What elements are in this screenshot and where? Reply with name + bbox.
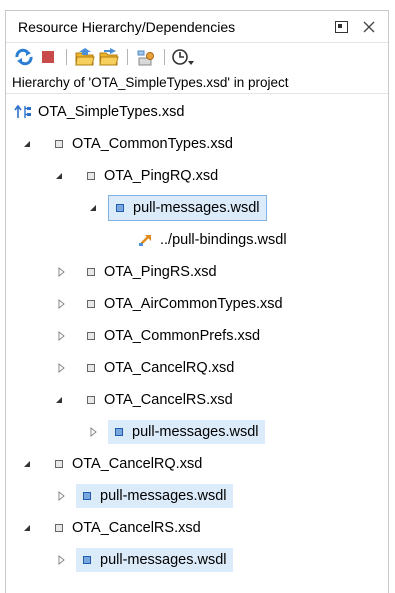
tree-item-label: pull-messages.wsdl	[100, 488, 227, 504]
tree-item[interactable]: OTA_CancelRS.xsd	[6, 512, 388, 544]
xsd-file-icon	[84, 361, 98, 375]
tree-item-label: OTA_AirCommonTypes.xsd	[104, 296, 283, 312]
expanded-arrow-icon[interactable]	[86, 201, 100, 215]
tree-item[interactable]: pull-messages.wsdl	[6, 192, 388, 224]
panel-title: Resource Hierarchy/Dependencies	[18, 18, 236, 35]
tree-item[interactable]: ../pull-bindings.wsdl	[6, 224, 388, 256]
show-dependencies-icon[interactable]	[97, 46, 121, 68]
tree-item[interactable]: pull-messages.wsdl	[6, 544, 388, 576]
history-icon[interactable]	[171, 46, 195, 68]
wsdl-file-icon	[80, 553, 94, 567]
tree-item[interactable]: OTA_AirCommonTypes.xsd	[6, 288, 388, 320]
xsd-file-icon	[84, 393, 98, 407]
xsd-file-icon	[84, 265, 98, 279]
show-hierarchy-icon[interactable]	[73, 46, 97, 68]
import-link-icon	[138, 233, 154, 247]
expanded-arrow-icon[interactable]	[52, 393, 66, 407]
panel-toolbar	[6, 43, 388, 71]
tree-item-label: OTA_SimpleTypes.xsd	[38, 104, 185, 120]
hierarchy-tree: OTA_SimpleTypes.xsd OTA_CommonTypes.xsd …	[6, 94, 388, 576]
xsd-file-icon	[52, 457, 66, 471]
hierarchy-root-icon	[14, 104, 32, 119]
tree-root[interactable]: OTA_SimpleTypes.xsd	[6, 96, 388, 128]
xsd-file-icon	[84, 329, 98, 343]
highlighted-item[interactable]: pull-messages.wsdl	[76, 548, 233, 572]
wsdl-file-icon	[113, 201, 127, 215]
wsdl-file-icon	[112, 425, 126, 439]
selected-item[interactable]: pull-messages.wsdl	[108, 195, 267, 221]
tree-item[interactable]: OTA_PingRQ.xsd	[6, 160, 388, 192]
collapsed-arrow-icon[interactable]	[54, 489, 68, 503]
tree-item-label: OTA_CancelRQ.xsd	[72, 456, 203, 472]
collapsed-arrow-icon[interactable]	[54, 297, 68, 311]
xsd-file-icon	[84, 297, 98, 311]
collapsed-arrow-icon[interactable]	[54, 361, 68, 375]
collapsed-arrow-icon[interactable]	[54, 265, 68, 279]
tree-item[interactable]: pull-messages.wsdl	[6, 480, 388, 512]
close-icon[interactable]	[358, 16, 380, 38]
expanded-arrow-icon[interactable]	[20, 457, 34, 471]
tree-item-label: OTA_CancelRS.xsd	[104, 392, 233, 408]
expanded-arrow-icon[interactable]	[20, 137, 34, 151]
expanded-arrow-icon[interactable]	[20, 521, 34, 535]
toolbar-separator	[66, 49, 67, 65]
tree-item-label: OTA_PingRQ.xsd	[104, 168, 219, 184]
tree-item-label: OTA_CommonPrefs.xsd	[104, 328, 261, 344]
configure-icon[interactable]	[134, 46, 158, 68]
tree-item[interactable]: OTA_CommonTypes.xsd	[6, 128, 388, 160]
tree-item[interactable]: OTA_CancelRS.xsd	[6, 384, 388, 416]
tree-item-label: pull-messages.wsdl	[100, 552, 227, 568]
expanded-arrow-icon[interactable]	[52, 169, 66, 183]
tree-item[interactable]: OTA_CancelRQ.xsd	[6, 448, 388, 480]
tree-item-label: ../pull-bindings.wsdl	[160, 232, 287, 248]
resource-hierarchy-panel: Resource Hierarchy/Dependencies Hierarch…	[5, 10, 389, 593]
wsdl-file-icon	[80, 489, 94, 503]
collapsed-arrow-icon[interactable]	[54, 329, 68, 343]
toolbar-separator	[164, 49, 165, 65]
tree-item-label: OTA_CommonTypes.xsd	[72, 136, 233, 152]
collapsed-arrow-icon[interactable]	[54, 553, 68, 567]
tree-item-label: OTA_CancelRS.xsd	[72, 520, 201, 536]
tree-item[interactable]: pull-messages.wsdl	[6, 416, 388, 448]
highlighted-item[interactable]: pull-messages.wsdl	[108, 420, 265, 444]
stop-icon[interactable]	[36, 46, 60, 68]
collapsed-arrow-icon[interactable]	[86, 425, 100, 439]
panel-titlebar: Resource Hierarchy/Dependencies	[6, 11, 388, 43]
hierarchy-subheader: Hierarchy of 'OTA_SimpleTypes.xsd' in pr…	[6, 71, 388, 94]
tree-item[interactable]: OTA_CancelRQ.xsd	[6, 352, 388, 384]
tree-item[interactable]: OTA_CommonPrefs.xsd	[6, 320, 388, 352]
tree-item-label: OTA_CancelRQ.xsd	[104, 360, 235, 376]
tree-item-label: pull-messages.wsdl	[132, 424, 259, 440]
refresh-icon[interactable]	[12, 46, 36, 68]
highlighted-item[interactable]: pull-messages.wsdl	[76, 484, 233, 508]
xsd-file-icon	[52, 521, 66, 535]
tree-item[interactable]: OTA_PingRS.xsd	[6, 256, 388, 288]
xsd-file-icon	[52, 137, 66, 151]
xsd-file-icon	[84, 169, 98, 183]
toolbar-separator	[127, 49, 128, 65]
maximize-icon[interactable]	[330, 16, 352, 38]
tree-item-label: pull-messages.wsdl	[133, 200, 260, 216]
tree-item-label: OTA_PingRS.xsd	[104, 264, 217, 280]
